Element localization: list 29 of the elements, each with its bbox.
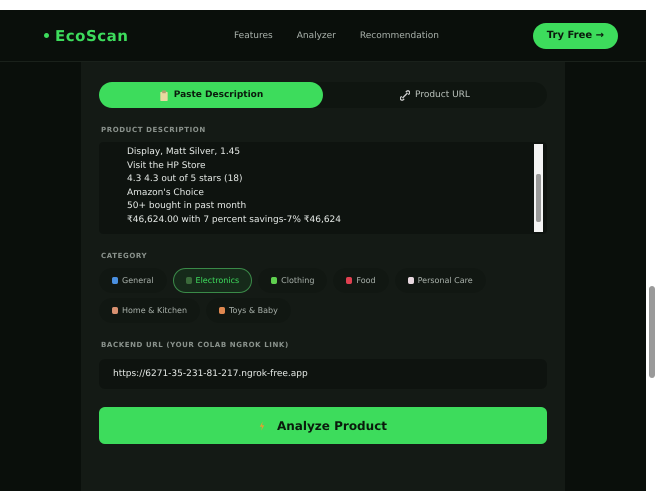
category-chip[interactable]: Food — [333, 268, 389, 293]
nav-link[interactable]: Analyzer — [296, 30, 336, 40]
clipboard-icon — [158, 90, 169, 100]
category-chip[interactable]: General — [99, 268, 167, 293]
category-chip[interactable]: Home & Kitchen — [99, 298, 200, 323]
description-field[interactable]: Display, Matt Silver, 1.45 Visit the HP Store 4.3 4.3 out of 5 stars (18) Amazon's Choice 50+ bought in past month ₹46,624.00 with 7 percent savings-7% ₹46,624 — [99, 142, 547, 234]
lightning-icon — [258, 420, 265, 430]
nav-link[interactable]: Features — [234, 30, 273, 40]
nav-link[interactable]: Recommendation — [360, 30, 439, 40]
tab[interactable]: Product URL — [323, 82, 547, 108]
scrollbar[interactable] — [534, 144, 543, 232]
tile-icon — [112, 307, 118, 314]
link-icon — [400, 90, 410, 100]
url-field[interactable]: https://6271-35-231-81-217.ngrok-free.app — [99, 359, 547, 389]
tile-icon — [219, 307, 226, 314]
tile-icon — [271, 277, 278, 284]
category-chip[interactable]: Toys & Baby — [206, 298, 291, 323]
category-chip[interactable]: Clothing — [258, 268, 328, 293]
tab[interactable]: Paste Description — [99, 82, 323, 108]
logo[interactable]: EcoScan — [55, 26, 128, 44]
tile-icon — [186, 277, 192, 284]
tile-icon — [346, 277, 352, 284]
analyze-button[interactable]: Analyze Product — [99, 407, 547, 444]
try-free-button[interactable]: Try Free → — [532, 22, 618, 48]
dot-icon — [44, 33, 49, 38]
category-chip[interactable]: Personal Care — [394, 268, 486, 293]
tile-icon — [112, 277, 118, 284]
category-chip[interactable]: Electronics — [172, 268, 252, 293]
tile-icon — [408, 277, 414, 284]
